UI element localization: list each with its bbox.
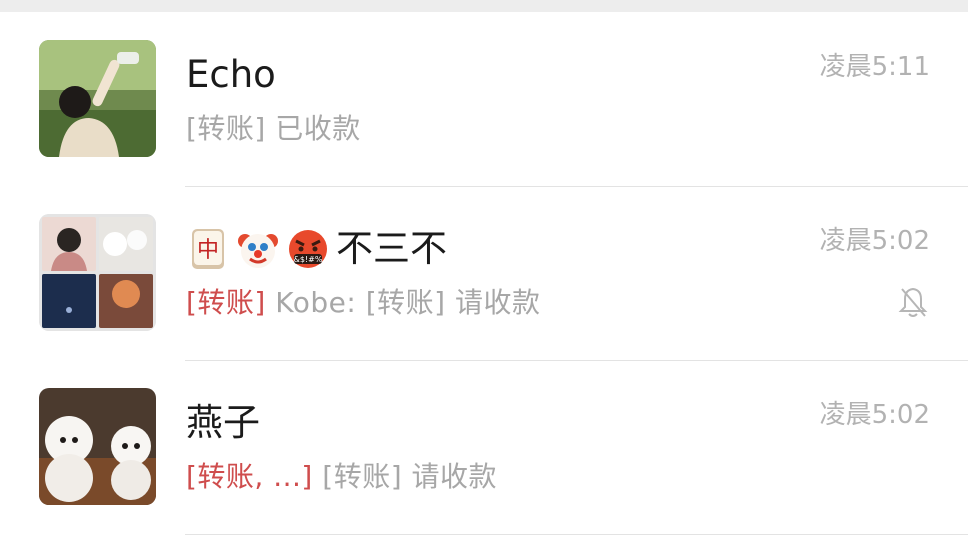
- chat-time: 凌晨5:11: [819, 52, 930, 82]
- chat-list-item[interactable]: 中 &$!#% 不三不 [转账] Kobe: [转账] 请收款 凌晨5:02: [0, 187, 968, 359]
- transfer-tag: [转账]: [186, 286, 266, 319]
- chat-list-item[interactable]: 燕子 [转账, ...] [转账] 请收款 凌晨5:02: [0, 361, 968, 533]
- chat-name-text: 不三不: [336, 227, 447, 270]
- transfer-tag: [转账, ...]: [186, 460, 313, 493]
- chat-time: 凌晨5:02: [819, 400, 930, 430]
- chat-preview: [转账] Kobe: [转账] 请收款: [186, 285, 540, 321]
- chat-preview: [转账, ...] [转账] 请收款: [186, 459, 497, 495]
- svg-text:中: 中: [197, 238, 219, 263]
- chat-name: Echo: [186, 53, 276, 96]
- mahjong-red-dragon-icon: 中: [186, 227, 230, 271]
- chat-preview: [转账] 已收款: [186, 112, 361, 145]
- group-avatar: [39, 214, 156, 331]
- bell-slash-icon: [898, 285, 928, 319]
- chat-preview-text: Kobe: [转账] 请收款: [275, 286, 541, 319]
- avatar: [39, 388, 156, 505]
- chat-preview-text: [转账] 请收款: [322, 460, 498, 493]
- face-with-symbols-icon: &$!#%: [286, 227, 330, 271]
- chat-time: 凌晨5:02: [819, 226, 930, 256]
- chat-list-item[interactable]: Echo [转账] 已收款 凌晨5:11: [0, 13, 968, 185]
- top-separator-bar: [0, 0, 968, 12]
- divider: [185, 534, 968, 535]
- chat-name: 中 &$!#% 不三不: [186, 227, 447, 271]
- svg-text:&$!#%: &$!#%: [294, 255, 323, 264]
- avatar: [39, 40, 156, 157]
- clown-face-icon: [236, 227, 280, 271]
- chat-name: 燕子: [186, 401, 260, 444]
